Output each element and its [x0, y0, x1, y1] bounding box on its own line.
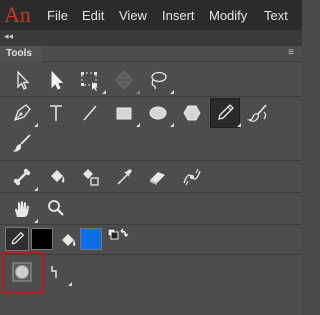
paint-bucket-icon: [51, 170, 65, 183]
subselection-tool[interactable]: [42, 66, 70, 94]
panel-dock-strip: ◂◂: [0, 30, 302, 46]
polystar-tool[interactable]: [178, 99, 206, 127]
width-tool-icon: [183, 168, 201, 186]
fill-color-swatch[interactable]: [80, 228, 102, 250]
ink-bottle-tool[interactable]: [76, 163, 104, 191]
stroke-color-button[interactable]: [5, 227, 29, 251]
pen-nib-icon: [13, 104, 31, 122]
3d-rotation-tool[interactable]: [110, 66, 140, 94]
menu-bar: An File Edit View Insert Modify Text: [0, 0, 302, 30]
lasso-icon: [151, 71, 167, 90]
tool-group-indicator: [68, 282, 72, 286]
bone-tool[interactable]: [8, 163, 38, 191]
hand-tool[interactable]: [8, 195, 38, 223]
tool-group-indicator: [34, 219, 38, 223]
eyedropper-tool[interactable]: [110, 163, 138, 191]
stroke-pencil-icon: [11, 231, 25, 245]
highlight-frame: [2, 252, 44, 294]
eyedropper-icon: [117, 169, 132, 185]
hexagon-icon: [183, 105, 201, 121]
tool-group-indicator: [34, 123, 38, 127]
pencil-tool[interactable]: [210, 98, 241, 128]
app-logo: An: [4, 2, 31, 27]
rectangle-icon: [116, 107, 132, 120]
panel-header-divider: [42, 61, 302, 62]
free-transform-tool[interactable]: [76, 66, 106, 94]
stroke-color-swatch[interactable]: [31, 228, 53, 250]
menu-edit[interactable]: Edit: [82, 8, 104, 23]
pencil-icon: [218, 104, 234, 120]
panel-tab-tools[interactable]: Tools: [0, 46, 42, 62]
text-t-icon: [50, 105, 62, 121]
swap-colors-icon: [107, 228, 129, 240]
magnifier-icon: [48, 200, 64, 216]
menu-view[interactable]: View: [119, 8, 147, 23]
tool-group-indicator: [170, 123, 174, 127]
fill-color-button[interactable]: [55, 226, 83, 254]
bone-icon: [13, 168, 31, 186]
line-tool[interactable]: [76, 99, 104, 127]
tools-panel: Tools ≡: [0, 46, 302, 315]
text-tool[interactable]: [42, 99, 70, 127]
3d-rotation-icon: [115, 70, 133, 90]
menu-insert[interactable]: Insert: [162, 8, 195, 23]
tool-group-indicator: [170, 90, 174, 94]
panel-options-menu-icon[interactable]: ≡: [286, 48, 296, 58]
width-tool[interactable]: [178, 163, 206, 191]
ink-bottle-icon: [83, 169, 99, 186]
row-separator: [0, 96, 302, 97]
row-separator: [0, 254, 302, 255]
rectangle-tool[interactable]: [110, 99, 140, 127]
collapse-panels-button[interactable]: ◂◂: [4, 31, 13, 42]
oval-tool[interactable]: [144, 99, 174, 127]
free-transform-icon: [81, 72, 98, 91]
arrow-pointer-icon: [17, 70, 30, 90]
paint-brush-icon: [12, 134, 31, 152]
tool-group-indicator: [237, 123, 241, 127]
selection-tool[interactable]: [8, 66, 36, 94]
oval-icon: [149, 106, 167, 120]
lasso-tool[interactable]: [144, 66, 174, 94]
menu-text[interactable]: Text: [264, 8, 288, 23]
eraser-icon: [150, 172, 165, 185]
paint-bucket-tool[interactable]: [42, 163, 70, 191]
row-separator: [0, 192, 302, 193]
snap-magnet-icon: [51, 266, 57, 278]
tool-group-indicator: [136, 123, 140, 127]
fill-bucket-icon: [62, 234, 76, 246]
hand-icon: [15, 201, 29, 217]
zoom-tool[interactable]: [42, 195, 70, 223]
tool-group-indicator: [102, 90, 106, 94]
eraser-tool[interactable]: [144, 163, 172, 191]
tool-group-indicator: [136, 90, 140, 94]
tool-group-indicator: [34, 187, 38, 191]
line-icon: [83, 105, 97, 121]
swap-colors-button[interactable]: [106, 227, 132, 251]
brush-icon: [246, 104, 267, 122]
row-separator: [0, 224, 302, 225]
pen-tool[interactable]: [8, 99, 38, 127]
subselect-arrow-icon: [51, 70, 64, 90]
snap-to-objects-button[interactable]: [42, 258, 72, 286]
menu-file[interactable]: File: [47, 8, 68, 23]
paint-brush-tool[interactable]: [8, 129, 36, 157]
brush-tool[interactable]: [244, 99, 272, 127]
row-separator: [0, 160, 302, 161]
menu-modify[interactable]: Modify: [209, 8, 247, 23]
